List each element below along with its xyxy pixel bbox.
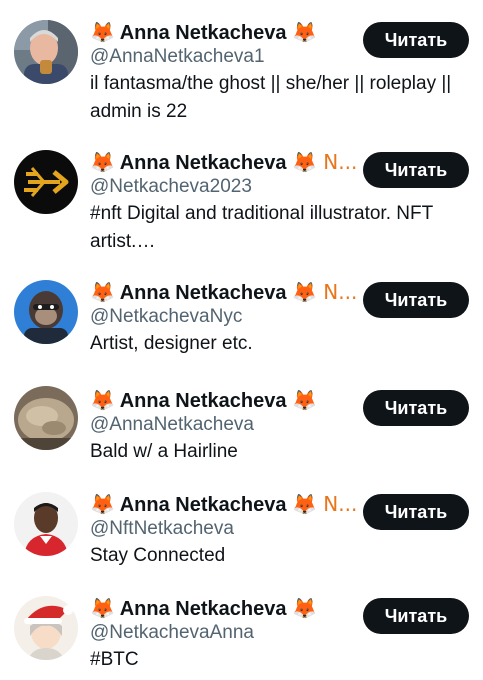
account-bio: Artist, designer etc.: [90, 333, 253, 354]
account-bio: Stay Connected: [90, 545, 226, 566]
display-name-text: Anna Netkacheva: [119, 152, 287, 174]
avatar[interactable]: [14, 150, 78, 214]
account-bio: il fantasma/the ghost || she/her || role…: [90, 73, 452, 122]
account-handle[interactable]: @Netkacheva2023: [90, 174, 252, 200]
fox-emoji-icon: 🦊: [90, 388, 115, 412]
follow-button[interactable]: Читать: [363, 282, 469, 318]
anime-santa-hat-avatar-icon: [14, 596, 78, 660]
name-suffix: 🦊 N...: [292, 280, 358, 304]
account-row[interactable]: 🦊 Anna Netkacheva 🦊 @NetkachevaAnna #BTC…: [0, 594, 483, 680]
avatar[interactable]: [14, 20, 78, 84]
avatar[interactable]: [14, 492, 78, 556]
name-suffix: 🦊 N...: [292, 150, 358, 174]
name-suffix: 🦊: [292, 596, 317, 620]
gold-arrow-logo-avatar-icon: [14, 150, 78, 214]
follow-button[interactable]: Читать: [363, 390, 469, 426]
display-name-text: Anna Netkacheva: [119, 282, 287, 304]
stone-photo-avatar-icon: [14, 386, 78, 450]
display-name-text: Anna Netkacheva: [119, 598, 287, 620]
account-bio: #nft Digital and traditional illustrator…: [90, 203, 433, 252]
fox-emoji-icon: 🦊: [90, 492, 115, 516]
account-bio: Bald w/ a Hairline: [90, 441, 238, 462]
account-handle[interactable]: @AnnaNetkacheva1: [90, 44, 265, 70]
display-name-text: Anna Netkacheva: [119, 494, 287, 516]
account-bio: #BTC: [90, 649, 139, 670]
account-row[interactable]: 🦊 Anna Netkacheva 🦊 N... @NftNetkacheva …: [0, 490, 483, 580]
display-name[interactable]: 🦊 Anna Netkacheva 🦊 N...: [90, 278, 358, 306]
account-handle[interactable]: @NetkachevaAnna: [90, 620, 254, 646]
fox-emoji-icon: 🦊: [90, 150, 115, 174]
fox-emoji-icon: 🦊: [90, 20, 115, 44]
account-handle[interactable]: @NftNetkacheva: [90, 516, 234, 542]
account-handle[interactable]: @NetkachevaNyc: [90, 304, 242, 330]
display-name[interactable]: 🦊 Anna Netkacheva 🦊: [90, 594, 358, 622]
account-list: 🦊 Anna Netkacheva 🦊 @AnnaNetkacheva1 il …: [0, 0, 483, 680]
display-name[interactable]: 🦊 Anna Netkacheva 🦊: [90, 386, 358, 414]
fox-emoji-icon: 🦊: [90, 280, 115, 304]
display-name-text: Anna Netkacheva: [119, 390, 287, 412]
name-suffix: 🦊: [292, 388, 317, 412]
display-name[interactable]: 🦊 Anna Netkacheva 🦊: [90, 18, 358, 46]
account-handle[interactable]: @AnnaNetkacheva: [90, 412, 254, 438]
photo-older-man-avatar-icon: [14, 20, 78, 84]
follow-button[interactable]: Читать: [363, 22, 469, 58]
account-row[interactable]: 🦊 Anna Netkacheva 🦊 N... @NetkachevaNyc …: [0, 278, 483, 368]
avatar[interactable]: [14, 280, 78, 344]
account-row[interactable]: 🦊 Anna Netkacheva 🦊 @AnnaNetkacheva Bald…: [0, 386, 483, 476]
display-name[interactable]: 🦊 Anna Netkacheva 🦊 N...: [90, 490, 358, 518]
fox-emoji-icon: 🦊: [90, 596, 115, 620]
account-row[interactable]: 🦊 Anna Netkacheva 🦊 N... @Netkacheva2023…: [0, 148, 483, 258]
name-suffix: 🦊 N...: [292, 492, 358, 516]
follow-button[interactable]: Читать: [363, 598, 469, 634]
account-row[interactable]: 🦊 Anna Netkacheva 🦊 @AnnaNetkacheva1 il …: [0, 18, 483, 128]
name-suffix: 🦊: [292, 20, 317, 44]
follow-button[interactable]: Читать: [363, 494, 469, 530]
avatar[interactable]: [14, 596, 78, 660]
ape-nft-avatar-icon: [14, 280, 78, 344]
display-name[interactable]: 🦊 Anna Netkacheva 🦊 N...: [90, 148, 358, 176]
man-portrait-avatar-icon: [14, 492, 78, 556]
follow-button[interactable]: Читать: [363, 152, 469, 188]
avatar[interactable]: [14, 386, 78, 450]
display-name-text: Anna Netkacheva: [119, 22, 287, 44]
